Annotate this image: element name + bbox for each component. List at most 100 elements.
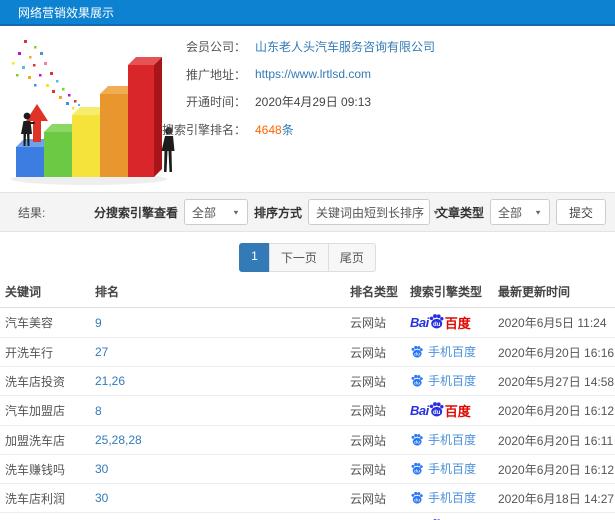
engine-cell: du 手机百度 bbox=[405, 425, 493, 455]
mobile-baidu-logo: du 手机百度 bbox=[410, 431, 476, 448]
chevron-down-icon: ▼ bbox=[431, 208, 440, 216]
svg-text:du: du bbox=[414, 497, 420, 503]
rank-cell[interactable]: 27 bbox=[90, 337, 345, 367]
rank-type-cell: 云网站 bbox=[345, 454, 405, 484]
sort-filter-label: 排序方式 bbox=[253, 205, 302, 220]
svg-text:du: du bbox=[433, 410, 441, 416]
col-engine-type: 搜索引擎类型 bbox=[405, 276, 493, 308]
page-title: 网络营销效果展示 bbox=[18, 6, 115, 20]
confetti-dots bbox=[12, 40, 80, 110]
baidu-paw-icon: du bbox=[429, 314, 444, 329]
table-row: 加盟洗车店 25,28,28 云网站 du 手机百度 2020年6月20日 16:11 bbox=[0, 425, 615, 455]
rank-type-cell: 云网站 bbox=[345, 512, 405, 520]
engine-rank-unit: 条 bbox=[281, 122, 294, 137]
engine-filter-select[interactable]: 全部 ▼ bbox=[183, 199, 248, 225]
engine-cell: du 手机百度 bbox=[405, 483, 493, 513]
table-row: 洗车赚钱吗 30 云网站 du 手机百度 2020年6月20日 16:12 bbox=[0, 454, 615, 484]
updated-cell: 2020年6月20日 16:12 bbox=[493, 395, 615, 426]
baidu-paw-icon: du bbox=[429, 402, 444, 417]
sort-filter-select[interactable]: 关键词由短到长排序 ▼ bbox=[307, 199, 440, 225]
engine-cell: du 手机百度 bbox=[405, 366, 493, 396]
chevron-down-icon: ▼ bbox=[534, 208, 542, 216]
baidu-paw-icon: du bbox=[411, 462, 423, 475]
submit-button[interactable]: 提交 bbox=[555, 199, 606, 225]
engine-cell: Baidu百度 bbox=[405, 307, 493, 338]
table-row: 汽车加盟店 8 云网站 Bai du 百度 2020年6月20日 16:12 bbox=[0, 395, 615, 426]
rank-type-cell: 云网站 bbox=[345, 395, 405, 426]
engine-filter-label: 分搜索引擎查看 bbox=[93, 205, 178, 220]
baidu-logo: Baidu百度 bbox=[410, 314, 471, 331]
svg-text:du: du bbox=[414, 380, 420, 386]
rank-cell[interactable]: 21,26 bbox=[90, 366, 345, 396]
table-header-row: 关键词 排名 排名类型 搜索引擎类型 最新更新时间 bbox=[0, 276, 615, 308]
open-time-value: 2020年4月29日 09:13 bbox=[255, 95, 372, 110]
keyword-cell: 加盟洗车店 bbox=[0, 425, 90, 455]
updated-cell: 2020年6月18日 14:27 bbox=[493, 483, 615, 513]
keyword-cell: 汽车加盟店 bbox=[0, 395, 90, 426]
filter-controls: 分搜索引擎查看 全部 ▼ 排序方式 关键词由短到长排序 ▼ 文章类型 全部 ▼ 提交 bbox=[94, 199, 606, 225]
info-row-url: 推广地址： https://www.lrtlsd.com bbox=[160, 61, 611, 89]
promo-url-link[interactable]: https://www.lrtlsd.com bbox=[255, 67, 371, 81]
col-updated: 最新更新时间 bbox=[493, 276, 615, 308]
chevron-down-icon: ▼ bbox=[232, 208, 240, 216]
table-row: 开洗车行 27 云网站 du 手机百度 2020年6月20日 16:16 bbox=[0, 337, 615, 367]
rank-cell[interactable]: 8 bbox=[90, 395, 345, 426]
member-info: 会员公司： 山东老人头汽车服务咨询有限公司 推广地址： https://www.… bbox=[160, 33, 611, 143]
article-type-select[interactable]: 全部 ▼ bbox=[489, 199, 550, 225]
rank-cell[interactable]: 9 bbox=[90, 307, 345, 338]
engine-rank-value: 4648条 bbox=[255, 121, 294, 138]
next-page-button[interactable]: 下一页 bbox=[268, 243, 329, 272]
page-1-button[interactable]: 1 bbox=[239, 243, 270, 272]
keyword-cell: 洗车店加盟 bbox=[0, 512, 90, 520]
baidu-logo: Baidu百度 bbox=[410, 402, 471, 419]
mobile-baidu-logo: du 手机百度 bbox=[410, 343, 476, 360]
filter-bar: 结果: 分搜索引擎查看 全部 ▼ 排序方式 关键词由短到长排序 ▼ 文章类型 全部 ▼… bbox=[0, 192, 615, 232]
engine-rank-label: 搜索引擎排名： bbox=[161, 122, 246, 137]
company-link[interactable]: 山东老人头汽车服务咨询有限公司 bbox=[255, 38, 435, 55]
svg-text:du: du bbox=[414, 351, 420, 357]
engine-rank-count: 4648 bbox=[255, 122, 282, 137]
keyword-cell: 洗车赚钱吗 bbox=[0, 454, 90, 484]
table-row: 洗车店加盟3云网站Baidu百度2020年6月18日 14:30 bbox=[0, 512, 615, 520]
mobile-baidu-logo: du 手机百度 bbox=[410, 460, 476, 477]
table-row: 洗车店利润 30 云网站 du 手机百度 2020年6月18日 14:27 bbox=[0, 483, 615, 513]
baidu-paw-icon: du bbox=[411, 433, 423, 446]
keyword-cell: 开洗车行 bbox=[0, 337, 90, 367]
rank-type-cell: 云网站 bbox=[345, 366, 405, 396]
rank-cell[interactable]: 30 bbox=[90, 454, 345, 484]
engine-cell: du 手机百度 bbox=[405, 454, 493, 484]
page-header: 网络营销效果展示 bbox=[0, 0, 615, 26]
updated-cell: 2020年6月18日 14:30 bbox=[493, 512, 615, 520]
rank-cell[interactable]: 3 bbox=[90, 512, 345, 520]
results-table: 关键词 排名 排名类型 搜索引擎类型 最新更新时间 汽车美容 9 云网站 Bai du 百… bbox=[0, 276, 615, 520]
table-body: 汽车美容 9 云网站 Bai du 百度 2020年6月5日 11:24 开洗车行 27 云网站 d… bbox=[0, 307, 615, 520]
col-rank: 排名 bbox=[90, 276, 345, 308]
baidu-paw-icon: du bbox=[411, 491, 423, 504]
rank-cell[interactable]: 30 bbox=[90, 483, 345, 513]
last-page-button[interactable]: 尾页 bbox=[327, 243, 376, 272]
updated-cell: 2020年6月20日 16:12 bbox=[493, 454, 615, 484]
result-label: 结果: bbox=[18, 205, 46, 220]
rank-cell[interactable]: 25,28,28 bbox=[90, 425, 345, 455]
info-row-company: 会员公司： 山东老人头汽车服务咨询有限公司 bbox=[160, 33, 611, 61]
mobile-baidu-logo: du 手机百度 bbox=[410, 489, 476, 506]
updated-cell: 2020年5月27日 14:58 bbox=[493, 366, 615, 396]
table-row: 洗车店投资 21,26 云网站 du 手机百度 2020年5月27日 14:58 bbox=[0, 366, 615, 396]
col-rank-type: 排名类型 bbox=[345, 276, 405, 308]
engine-cell: Baidu百度 bbox=[405, 512, 493, 520]
info-row-engine-rank: 搜索引擎排名： 4648条 bbox=[160, 116, 611, 144]
promo-url-label: 推广地址： bbox=[185, 67, 246, 82]
company-label: 会员公司： bbox=[185, 40, 246, 55]
keyword-cell: 洗车店利润 bbox=[0, 483, 90, 513]
baidu-paw-icon: du bbox=[411, 345, 423, 358]
engine-cell: Baidu百度 bbox=[405, 395, 493, 426]
keyword-cell: 汽车美容 bbox=[0, 307, 90, 338]
article-type-label: 文章类型 bbox=[435, 205, 484, 220]
rank-type-cell: 云网站 bbox=[345, 483, 405, 513]
rank-type-cell: 云网站 bbox=[345, 337, 405, 367]
updated-cell: 2020年6月20日 16:16 bbox=[493, 337, 615, 367]
table-row: 汽车美容 9 云网站 Bai du 百度 2020年6月5日 11:24 bbox=[0, 307, 615, 338]
rank-type-cell: 云网站 bbox=[345, 307, 405, 338]
svg-text:du: du bbox=[414, 439, 420, 445]
info-row-open-time: 开通时间： 2020年4月29日 09:13 bbox=[160, 88, 611, 116]
